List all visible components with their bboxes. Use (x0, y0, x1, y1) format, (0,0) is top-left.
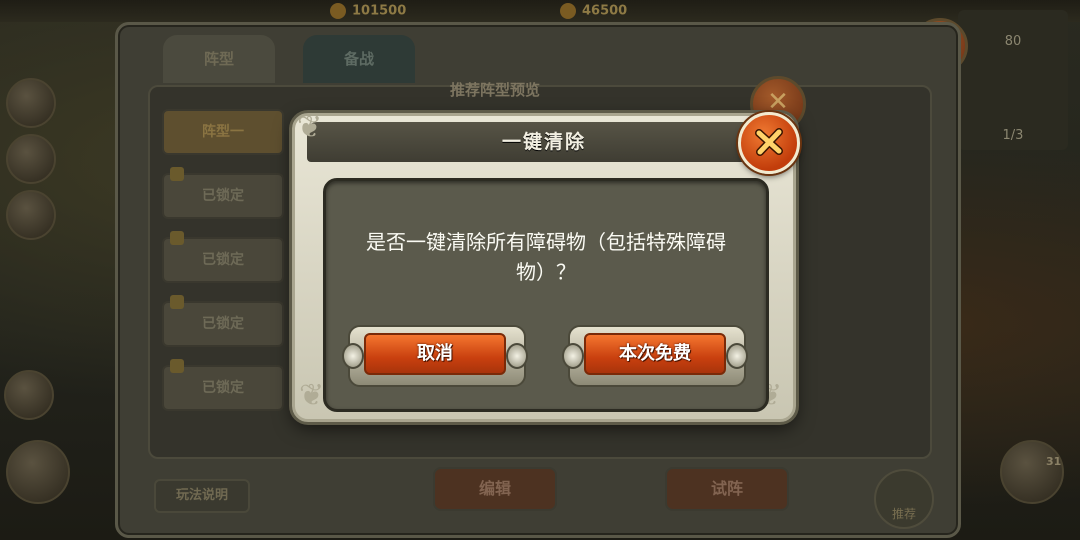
side-button-3[interactable] (6, 190, 56, 240)
lock-icon (170, 231, 184, 245)
cancel-button[interactable]: 取消 (342, 325, 528, 387)
rules-button[interactable]: 玩法说明 (154, 479, 250, 513)
cancel-button-label: 取消 (364, 333, 506, 375)
recommend-button[interactable]: 推荐 (874, 469, 934, 529)
right-info-panel: 80 1/3 (958, 10, 1068, 150)
formation-item-3[interactable]: 已锁定 (162, 231, 284, 283)
coin-icon (330, 3, 346, 19)
trial-button[interactable]: 试阵 (665, 467, 789, 511)
preview-title: 推荐阵型预览 (450, 81, 541, 99)
dialog-title: 一键清除 (501, 131, 586, 153)
free-confirm-button-label: 本次免费 (584, 333, 726, 375)
dialog-message: 是否一键清除所有障碍物（包括特殊障碍物）？ (366, 230, 726, 284)
lock-icon (170, 295, 184, 309)
close-icon (755, 128, 783, 156)
resource-stat-2: 46500 (560, 3, 627, 19)
tab-prepare[interactable]: 备战 (303, 35, 415, 83)
tab-formation[interactable]: 阵型 (163, 35, 275, 83)
button-knob (726, 343, 748, 369)
corner-ornament-icon: ❦ (297, 110, 323, 145)
button-knob (562, 343, 584, 369)
formation-item-1[interactable]: 阵型一 (162, 109, 284, 155)
count-badge: 31 (1046, 455, 1062, 468)
side-button-1[interactable] (6, 78, 56, 128)
dialog-close-button[interactable] (738, 112, 800, 174)
side-button-2[interactable] (6, 134, 56, 184)
lock-icon (170, 359, 184, 373)
info-value-b: 1/3 (1002, 128, 1024, 143)
button-knob (342, 343, 364, 369)
recommend-label: 推荐 (891, 507, 916, 521)
formation-item-2[interactable]: 已锁定 (162, 167, 284, 219)
free-confirm-button[interactable]: 本次免费 (562, 325, 748, 387)
side-button-right[interactable] (1000, 440, 1064, 504)
formation-item-4[interactable]: 已锁定 (162, 295, 284, 347)
gem-icon (560, 3, 576, 19)
lock-icon (170, 167, 184, 181)
side-button-5[interactable] (6, 440, 70, 504)
side-button-4[interactable] (4, 370, 54, 420)
button-knob (506, 343, 528, 369)
dialog-body: 是否一键清除所有障碍物（包括特殊障碍物）？ 取消 本次免费 (323, 178, 769, 412)
clear-obstacles-dialog: 一键清除 ❦ ❦ ❦ 是否一键清除所有障碍物（包括特殊障碍物）？ 取消 本次免费 (292, 110, 796, 422)
resource-stat-1: 101500 (330, 3, 406, 19)
corner-ornament-icon: ❦ (299, 378, 325, 413)
info-value-a: 80 (1004, 34, 1022, 49)
top-resource-bar: 101500 46500 (0, 0, 1080, 22)
formation-item-5[interactable]: 已锁定 (162, 359, 284, 411)
edit-button[interactable]: 编辑 (433, 467, 557, 511)
dialog-header: 一键清除 (307, 122, 781, 162)
